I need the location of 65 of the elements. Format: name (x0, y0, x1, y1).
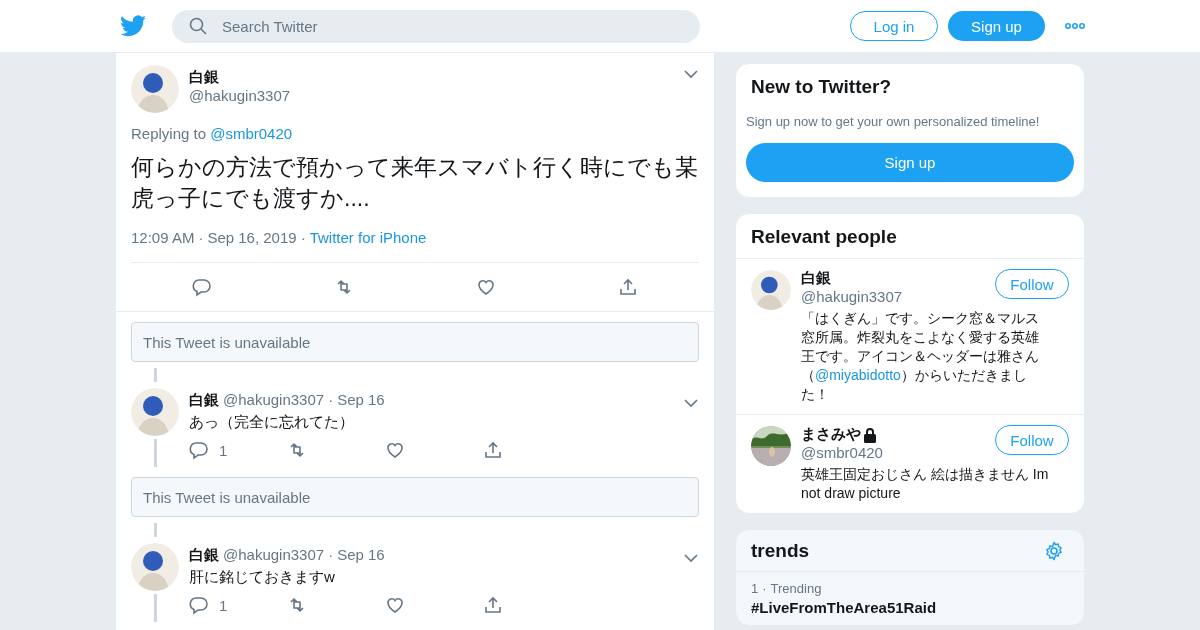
caret-icon[interactable] (684, 553, 698, 563)
user-handle: @hakugin3307 (189, 87, 291, 104)
bird-logo[interactable] (120, 15, 146, 37)
mention-link[interactable]: @miyabidotto (815, 367, 901, 383)
user-bio: 英雄王固定おじさん 絵は描きません Im not draw picture (801, 465, 1050, 503)
avatar[interactable] (131, 388, 179, 436)
tweet-text: あっ（完全に忘れてた） (189, 413, 355, 432)
user-name: 白銀 (801, 269, 831, 288)
signup-button[interactable]: Sign up (948, 11, 1045, 41)
user-name: 白銀 (189, 68, 220, 87)
reply-count: 1 (219, 441, 228, 459)
tweet-date: Sep 16, 2019 (207, 229, 297, 246)
tweet-text: 何らかの方法で預かって来年スマバト行く時にでも某虎っ子にでも渡すか.... (131, 153, 699, 213)
avatar[interactable] (131, 543, 179, 591)
trend-rank: 1 (751, 581, 759, 596)
login-button[interactable]: Log in (850, 11, 938, 41)
card-title: New to Twitter? (750, 76, 893, 98)
user-handle: @hakugin3307 (223, 546, 325, 563)
follow-button[interactable]: Follow (995, 425, 1069, 455)
reply-icon[interactable] (189, 595, 209, 615)
card-title: Relevant people (736, 214, 1084, 259)
user-handle: @hakugin3307 (223, 391, 325, 408)
like-icon[interactable] (385, 595, 405, 615)
reply-icon[interactable] (189, 440, 209, 460)
user-name: 白銀 (189, 391, 219, 410)
user-handle: @smbr0420 (801, 444, 884, 461)
user-name: まさみや (801, 425, 861, 444)
separator-dot: · (328, 391, 334, 408)
follow-button[interactable]: Follow (995, 269, 1069, 299)
unavailable-notice: This Tweet is unavailable (131, 322, 699, 362)
separator-dot: · (328, 546, 334, 563)
source-link[interactable]: Twitter for iPhone (309, 229, 427, 246)
share-icon[interactable] (483, 440, 503, 460)
separator-dot: · (762, 581, 767, 596)
like-icon[interactable] (476, 277, 496, 297)
replying-to: Replying to @smbr0420 (131, 125, 294, 142)
share-icon[interactable] (483, 595, 503, 615)
settings-icon[interactable] (1044, 541, 1064, 561)
share-icon[interactable] (618, 277, 638, 297)
card-title: trends (751, 540, 810, 562)
mention-link[interactable]: @smbr0420 (210, 125, 293, 142)
user-handle: @hakugin3307 (801, 288, 904, 305)
trend-name[interactable]: #LiveFromTheArea51Raid (751, 599, 1069, 616)
separator-dot: · (300, 229, 306, 246)
unavailable-notice: This Tweet is unavailable (131, 477, 699, 517)
more-icon[interactable] (1065, 22, 1085, 30)
caret-icon[interactable] (684, 69, 698, 79)
user-bio: 「はくぎん」です。シーク窓＆マルス窓所属。炸裂丸をこよなく愛する英雄王です。アイコン＆ヘッダーは雅さん（@miyabidotto）からいただきました！ (801, 309, 1040, 404)
user-name: 白銀 (189, 546, 219, 565)
avatar[interactable] (131, 65, 179, 113)
card-subtitle: Sign up now to get your own personalized timeline! (746, 114, 1041, 129)
avatar[interactable] (751, 270, 791, 310)
signup-button[interactable]: Sign up (746, 143, 1074, 182)
reply-icon[interactable] (192, 277, 212, 297)
tweet-date: Sep 16 (337, 546, 385, 563)
caret-icon[interactable] (684, 398, 698, 408)
tweet-text: 肝に銘じておきますw (189, 568, 336, 587)
reply-count: 1 (219, 596, 228, 614)
tweet-date: Sep 16 (337, 391, 385, 408)
like-icon[interactable] (385, 440, 405, 460)
search-icon (188, 15, 208, 36)
trend-label: Trending (770, 581, 822, 596)
separator-dot: · (198, 229, 204, 246)
search-field[interactable]: Search Twitter (172, 9, 700, 43)
tweet-time: 12:09 AM (131, 229, 195, 246)
